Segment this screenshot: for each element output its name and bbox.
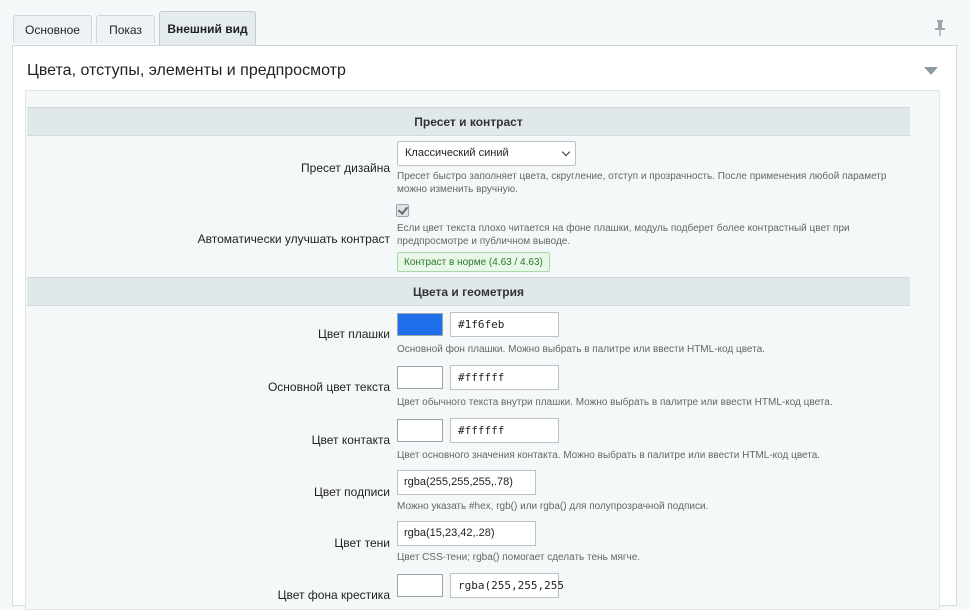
shadow-color-label: Цвет тени: [334, 536, 390, 550]
contact-color-input[interactable]: #ffffff: [450, 418, 559, 443]
preset-hint: Пресет быстро заполняет цвета, скруглени…: [397, 171, 887, 195]
panel-title: Цвета, отступы, элементы и предпросмотр: [27, 62, 346, 79]
close-bg-color-swatch[interactable]: [397, 574, 443, 597]
preset-select-value: Классический синий: [405, 147, 509, 159]
tab-bar: Основное Показ Внешний вид: [0, 0, 970, 46]
text-color-label: Основной цвет текста: [267, 380, 390, 394]
contrast-checkbox[interactable]: [396, 204, 409, 217]
close-bg-color-input[interactable]: rgba(255,255,255: [450, 573, 564, 598]
contact-color-swatch[interactable]: [397, 419, 443, 442]
pin-icon[interactable]: [934, 20, 946, 36]
preset-label: Пресет дизайна: [301, 161, 390, 175]
plate-color-input[interactable]: #1f6feb: [450, 312, 559, 337]
text-color-hint: Цвет обычного текста внутри плашки. Можн…: [397, 397, 833, 408]
caption-color-input[interactable]: rgba(255,255,255,.78): [397, 470, 536, 495]
caption-color-hint: Можно указать #hex, rgb() или rgba() для…: [397, 501, 709, 512]
caption-color-label: Цвет подписи: [313, 485, 390, 499]
plate-color-label: Цвет плашки: [318, 327, 390, 341]
contrast-hint: Если цвет текста плохо читается на фоне …: [397, 223, 850, 247]
contrast-label: Автоматически улучшать контраст: [197, 232, 390, 246]
contact-color-label: Цвет контакта: [311, 433, 390, 447]
preset-select[interactable]: Классический синий: [397, 141, 576, 166]
section-header-colors: Цвета и геометрия: [27, 277, 910, 306]
tab-display[interactable]: Показ: [96, 15, 155, 43]
checkmark-icon: [397, 204, 409, 215]
chevron-down-icon: [561, 147, 571, 157]
contact-color-hint: Цвет основного значения контакта. Можно …: [397, 450, 821, 461]
shadow-color-hint: Цвет CSS-тени; rgba() помогает сделать т…: [397, 552, 641, 563]
section-header-preset: Пресет и контраст: [27, 107, 910, 136]
tab-appearance[interactable]: Внешний вид: [159, 11, 256, 46]
shadow-color-input[interactable]: rgba(15,23,42,.28): [397, 521, 536, 546]
collapse-arrow-icon[interactable]: [924, 67, 938, 75]
contrast-status-badge: Контраст в норме (4.63 / 4.63): [397, 252, 550, 272]
text-color-input[interactable]: #ffffff: [450, 365, 559, 390]
tab-main[interactable]: Основное: [13, 15, 92, 43]
plate-color-swatch[interactable]: [397, 313, 443, 336]
text-color-swatch[interactable]: [397, 366, 443, 389]
plate-color-hint: Основной фон плашки. Можно выбрать в пал…: [397, 344, 765, 355]
